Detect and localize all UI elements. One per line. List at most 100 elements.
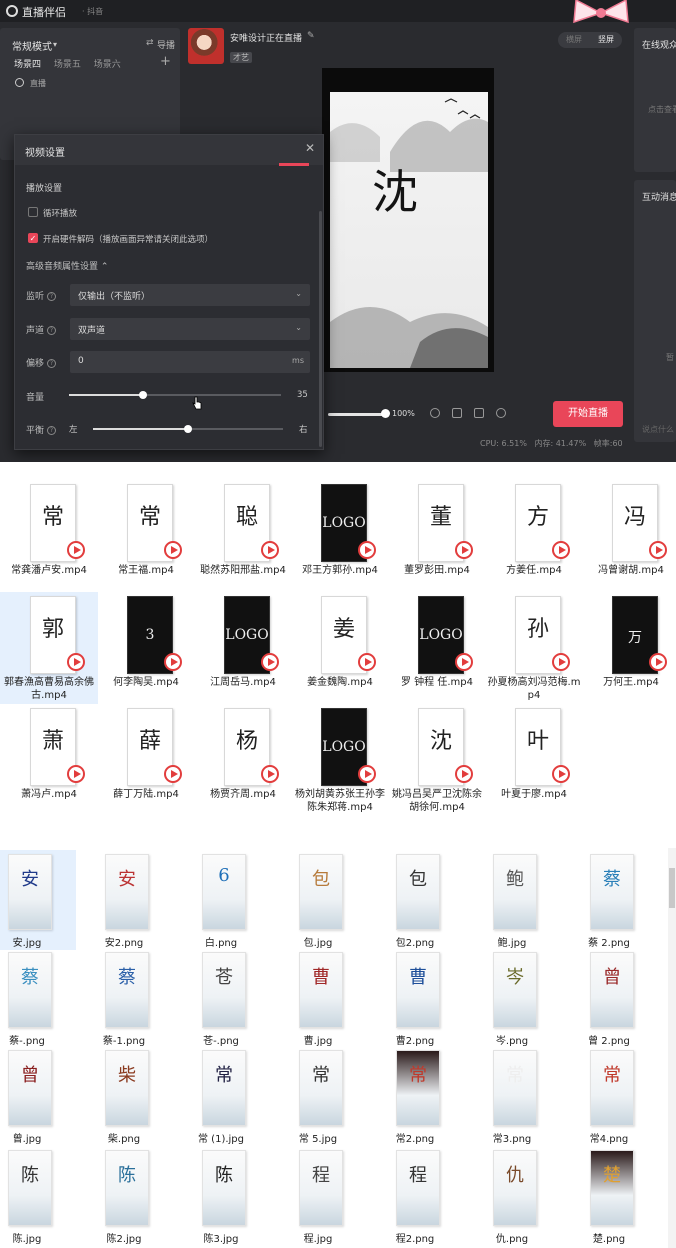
video-file[interactable]: 郭郭春漁高曹易高余佛古.mp4 xyxy=(0,592,98,704)
loop-checkbox[interactable] xyxy=(28,207,38,217)
fps-status: 帧率:60 xyxy=(593,439,623,448)
preview-volume-slider[interactable] xyxy=(328,413,384,416)
file-name: 蔡-.png xyxy=(9,1036,45,1047)
image-thumbnail: 曹 xyxy=(396,952,440,1028)
dialog-scrollbar[interactable] xyxy=(319,211,322,447)
image-file[interactable]: 岑岑.png xyxy=(463,952,561,1048)
message-input[interactable]: 说点什么 xyxy=(642,424,674,435)
image-file[interactable]: 仇仇.png xyxy=(463,1150,561,1246)
hw-decode-checkbox[interactable]: ✓ xyxy=(28,233,38,243)
image-file[interactable]: 6 白.png xyxy=(172,854,270,950)
advanced-audio-toggle[interactable]: 高级音频属性设置 ⌃ xyxy=(26,259,108,272)
video-file[interactable]: LOGO 罗 钟程 任.mp4 xyxy=(388,596,486,704)
video-file[interactable]: 董董罗彭田.mp4 xyxy=(388,484,486,592)
stream-preview[interactable]: 沈 xyxy=(322,68,494,372)
close-icon[interactable]: ✕ xyxy=(305,141,315,155)
mode-dropdown[interactable]: 常规模式 xyxy=(12,38,52,53)
preview-volume-knob[interactable] xyxy=(381,409,390,418)
help-icon[interactable]: ? xyxy=(47,292,57,301)
record-icon[interactable] xyxy=(15,78,24,87)
image-file[interactable]: 常常4.png xyxy=(560,1050,658,1146)
video-file[interactable]: 沈姚冯吕吴严卫沈陈余胡徐何.mp4 xyxy=(388,708,486,816)
start-live-button[interactable]: 开始直播 xyxy=(553,401,623,427)
file-name: 常 (1).jpg xyxy=(198,1134,244,1145)
balance-slider-knob[interactable] xyxy=(184,425,192,433)
image-file[interactable]: 包包.jpg xyxy=(269,854,367,950)
image-file[interactable]: 蔡蔡 2.png xyxy=(560,854,658,950)
image-file[interactable]: 蔡蔡-.png xyxy=(0,952,76,1048)
video-file[interactable]: 薛薛丁万陆.mp4 xyxy=(97,708,195,816)
image-file[interactable]: 常常2.png xyxy=(366,1050,464,1146)
image-file[interactable]: 程程2.png xyxy=(366,1150,464,1246)
balance-slider[interactable] xyxy=(93,425,283,433)
image-file[interactable]: 常常3.png xyxy=(463,1050,561,1146)
file-name: 郭春漁高曹易高余佛古.mp4 xyxy=(4,677,94,701)
viewer-panel-hint[interactable]: 点击查看 xyxy=(648,104,676,115)
channel-select[interactable]: 双声道 ⌄ xyxy=(70,318,310,340)
file-browser-scrollbar[interactable] xyxy=(668,848,676,1248)
edit-icon[interactable]: ✎ xyxy=(307,31,315,41)
category-badge[interactable]: 才艺 xyxy=(230,52,252,63)
image-file[interactable]: 楚楚.png xyxy=(560,1150,658,1246)
image-file[interactable]: 包包2.png xyxy=(366,854,464,950)
image-thumbnail: 蔡 xyxy=(590,854,634,930)
avatar[interactable] xyxy=(188,28,224,64)
video-file[interactable]: 常常龚潘卢安.mp4 xyxy=(0,484,98,592)
image-file[interactable]: 陈陈.jpg xyxy=(0,1150,76,1246)
image-file[interactable]: 曾曾.jpg xyxy=(0,1050,76,1146)
volume-slider-knob[interactable] xyxy=(139,391,148,399)
camera-icon[interactable] xyxy=(452,408,462,418)
image-file[interactable]: 曾曾 2.png xyxy=(560,952,658,1048)
image-file[interactable]: 安安.jpg xyxy=(0,850,76,950)
file-name: 常王福.mp4 xyxy=(118,565,174,576)
image-file[interactable]: 曹曹2.png xyxy=(366,952,464,1048)
video-file[interactable]: LOGO 江周岳马.mp4 xyxy=(194,596,292,704)
image-file[interactable]: 柴柴.png xyxy=(75,1050,173,1146)
video-file[interactable]: 聪聪然苏阳邢盐.mp4 xyxy=(194,484,292,592)
help-icon[interactable]: ? xyxy=(47,326,57,335)
image-file[interactable]: 鲍鲍.jpg xyxy=(463,854,561,950)
scrollbar-thumb[interactable] xyxy=(669,868,675,908)
tab-scene-4[interactable]: 场景四 xyxy=(14,60,41,70)
monitor-select[interactable]: 仅输出（不监听） ⌄ xyxy=(70,284,310,306)
tab-landscape[interactable]: 横屏 xyxy=(558,32,590,47)
image-file[interactable]: 常常 5.jpg xyxy=(269,1050,367,1146)
offset-input[interactable]: 0 ms xyxy=(70,351,310,373)
help-icon[interactable]: ? xyxy=(47,359,57,368)
video-file[interactable]: 杨杨贾齐周.mp4 xyxy=(194,708,292,816)
screen-icon[interactable] xyxy=(474,408,484,418)
tab-scene-5[interactable]: 场景五 xyxy=(54,60,81,70)
video-file[interactable]: 姜姜金魏陶.mp4 xyxy=(291,596,389,704)
video-file[interactable]: 萧萧冯卢.mp4 xyxy=(0,708,98,816)
video-file[interactable]: LOGO 邓王方郭孙.mp4 xyxy=(291,484,389,592)
help-icon[interactable]: ? xyxy=(47,426,57,435)
video-file[interactable]: 方方姜任.mp4 xyxy=(485,484,583,592)
video-file[interactable]: 万万何王.mp4 xyxy=(582,596,676,704)
image-file[interactable]: 安安2.png xyxy=(75,854,173,950)
video-file[interactable]: 孙孙夏杨高刘冯范梅.mp4 xyxy=(485,596,583,704)
import-button[interactable]: 导播 xyxy=(157,38,175,51)
dialog-accent xyxy=(279,163,309,166)
video-file[interactable]: 叶叶夏于廖.mp4 xyxy=(485,708,583,816)
image-file[interactable]: 陈陈2.jpg xyxy=(75,1150,173,1246)
video-file[interactable]: LOGO 杨刘胡黄苏张王孙李陈朱郑蒋.mp4 xyxy=(291,708,389,816)
chevron-down-icon[interactable]: ▾ xyxy=(53,40,57,49)
audio-icon[interactable] xyxy=(430,408,440,418)
video-file[interactable]: 3 何李陶吴.mp4 xyxy=(97,596,195,704)
image-file[interactable]: 常常 (1).jpg xyxy=(172,1050,270,1146)
image-file[interactable]: 蔡蔡-1.png xyxy=(75,952,173,1048)
image-file[interactable]: 程程.jpg xyxy=(269,1150,367,1246)
settings-icon[interactable] xyxy=(496,408,506,418)
image-file[interactable]: 陈陈3.jpg xyxy=(172,1150,270,1246)
image-file[interactable]: 曹曹.jpg xyxy=(269,952,367,1048)
video-file[interactable]: 冯冯曾谢胡.mp4 xyxy=(582,484,676,592)
orientation-toggle[interactable]: 横屏 竖屏 xyxy=(558,32,622,48)
switch-icon[interactable]: ⇄ xyxy=(146,38,154,48)
tab-scene-6[interactable]: 场景六 xyxy=(94,60,121,70)
add-scene-icon[interactable]: + xyxy=(160,54,171,69)
tab-portrait[interactable]: 竖屏 xyxy=(590,32,622,47)
video-play-icon xyxy=(552,765,570,783)
volume-slider[interactable] xyxy=(69,391,281,399)
video-file[interactable]: 常常王福.mp4 xyxy=(97,484,195,592)
image-file[interactable]: 苍苍-.png xyxy=(172,952,270,1048)
